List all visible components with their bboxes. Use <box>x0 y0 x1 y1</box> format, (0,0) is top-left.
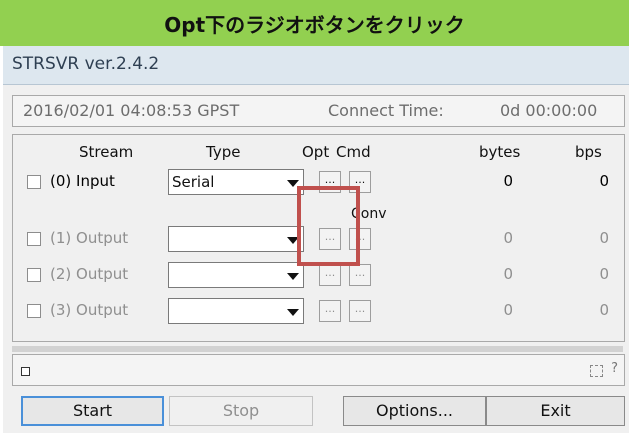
options-button[interactable]: Options... <box>343 396 486 426</box>
strsvr-window: STRSVR ver.2.4.2 2016/02/01 04:08:53 GPS… <box>3 46 629 433</box>
instruction-banner: Opt下のラジオボタンをクリック <box>0 0 629 46</box>
bottom-status-bar: ? <box>12 354 625 386</box>
resize-grip-icon[interactable] <box>590 365 603 377</box>
row2-checkbox[interactable] <box>27 268 41 282</box>
row2-opt-button[interactable]: ... <box>319 264 341 286</box>
opt-highlight-box <box>297 186 360 266</box>
row0-bytes: 0 <box>503 172 513 190</box>
row0-label: (0) Input <box>50 172 115 190</box>
header-stream: Stream <box>79 143 134 161</box>
banner-text: Opt下のラジオボタンをクリック <box>164 12 465 37</box>
row2-bps: 0 <box>599 265 609 283</box>
header-bps: bps <box>575 143 602 161</box>
row3-label: (3) Output <box>50 301 129 319</box>
exit-button[interactable]: Exit <box>486 396 625 426</box>
row0-checkbox[interactable] <box>27 175 41 189</box>
row2-type-select[interactable] <box>168 262 304 288</box>
row0-type-select[interactable]: Serial <box>168 169 304 195</box>
connect-time-value: 0d 00:00:00 <box>500 101 598 120</box>
status-datetime: 2016/02/01 04:08:53 GPST <box>23 101 240 120</box>
trace-indicator-icon[interactable] <box>21 367 30 376</box>
window-titlebar: STRSVR ver.2.4.2 <box>3 46 629 85</box>
connect-time-label: Connect Time: <box>328 101 444 120</box>
row2-label: (2) Output <box>50 265 129 283</box>
row1-bytes: 0 <box>503 229 513 247</box>
row3-type-select[interactable] <box>168 298 304 324</box>
row3-bytes: 0 <box>503 301 513 319</box>
row3-bps: 0 <box>599 301 609 319</box>
row1-label: (1) Output <box>50 229 129 247</box>
header-type: Type <box>206 143 241 161</box>
header-cmd: Cmd <box>336 143 371 161</box>
row1-type-select[interactable] <box>168 226 304 252</box>
header-bytes: bytes <box>479 143 521 161</box>
status-panel: 2016/02/01 04:08:53 GPST Connect Time: 0… <box>12 95 625 127</box>
help-icon[interactable]: ? <box>611 361 618 376</box>
chevron-down-icon <box>287 273 299 280</box>
stop-button[interactable]: Stop <box>169 396 313 426</box>
row1-checkbox[interactable] <box>27 232 41 246</box>
header-opt: Opt <box>302 143 330 161</box>
row0-bps: 0 <box>599 172 609 190</box>
row1-bps: 0 <box>599 229 609 247</box>
stream-row-output3: (3) Output ... ... 0 0 <box>13 297 624 325</box>
row3-cmd-button[interactable]: ... <box>349 300 371 322</box>
row2-cmd-button[interactable]: ... <box>349 264 371 286</box>
row3-checkbox[interactable] <box>27 304 41 318</box>
row2-bytes: 0 <box>503 265 513 283</box>
window-title: STRSVR ver.2.4.2 <box>12 54 160 74</box>
splitter[interactable] <box>12 346 623 352</box>
chevron-down-icon <box>287 309 299 316</box>
row0-type-value: Serial <box>172 173 215 191</box>
start-button[interactable]: Start <box>21 396 164 426</box>
row3-opt-button[interactable]: ... <box>319 300 341 322</box>
